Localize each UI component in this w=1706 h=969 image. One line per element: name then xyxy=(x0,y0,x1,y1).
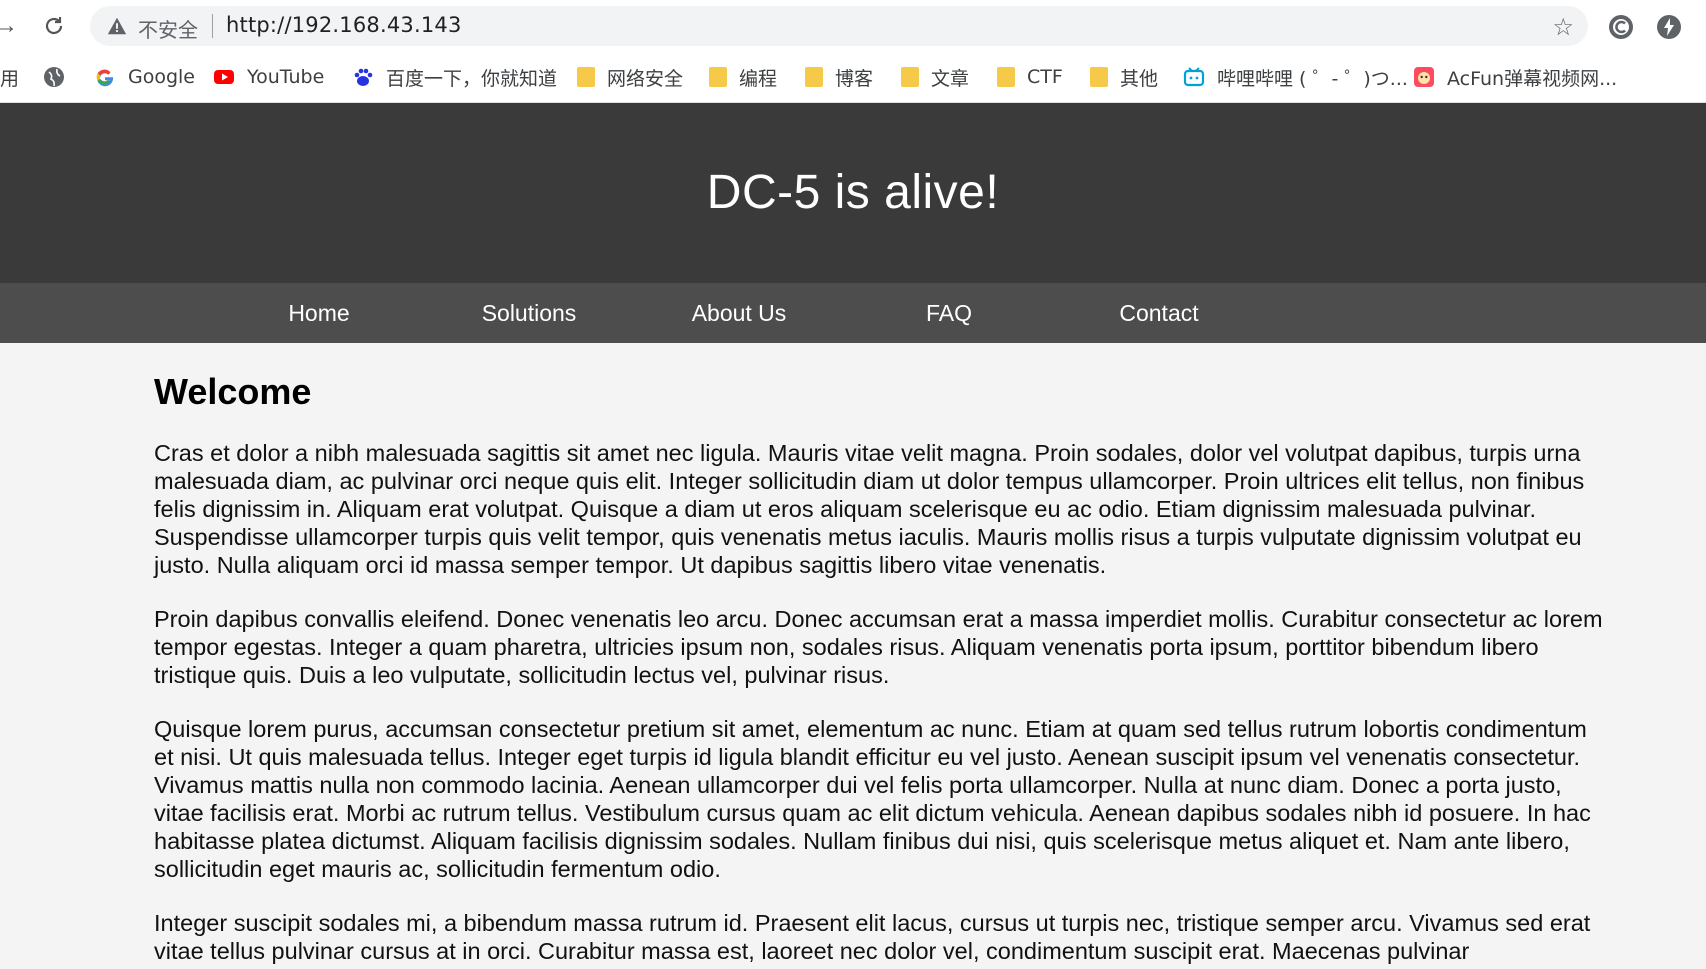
reload-icon[interactable] xyxy=(38,10,70,42)
paragraph: Integer suscipit sodales mi, a bibendum … xyxy=(154,910,1591,964)
main-content: Welcome Cras et dolor a nibh malesuada s… xyxy=(154,343,1604,965)
extension-c-icon[interactable] xyxy=(1607,13,1635,41)
folder-icon xyxy=(997,67,1015,87)
bookmark-apps[interactable]: 用 xyxy=(0,52,19,102)
bookmark-label: 哔哩哔哩 ( ゜- ゜)つ... xyxy=(1217,67,1408,90)
bookmark-label: 其他 xyxy=(1120,67,1159,90)
bookmark-folder-programming[interactable]: 编程 xyxy=(709,52,777,102)
bookmark-acfun[interactable]: AcFun弹幕视频网... xyxy=(1413,52,1617,102)
bookmark-label: CTF xyxy=(1027,66,1063,88)
bookmark-label: 编程 xyxy=(739,67,778,90)
paragraph: Quisque lorem purus, accumsan consectetu… xyxy=(154,716,1591,882)
bookmark-label: YouTube xyxy=(247,66,325,88)
warning-icon xyxy=(107,17,127,35)
baidu-paw-icon xyxy=(354,68,373,86)
bilibili-icon xyxy=(1183,67,1205,87)
browser-toolbar: → 不安全 http://192.168.43.143 ☆ xyxy=(0,0,1706,52)
youtube-icon xyxy=(214,70,234,84)
bookmark-folder-security[interactable]: 网络安全 xyxy=(577,52,683,102)
bookmark-youtube[interactable]: YouTube xyxy=(213,52,324,102)
nav-faq-link[interactable]: FAQ xyxy=(849,283,1049,343)
site-header: DC-5 is alive! xyxy=(0,103,1706,283)
bookmark-label: 博客 xyxy=(835,67,874,90)
page-heading: Welcome xyxy=(154,371,312,412)
paragraph: Proin dapibus convallis eleifend. Donec … xyxy=(154,606,1603,688)
bookmark-globe[interactable] xyxy=(43,52,77,102)
main-nav: Home Solutions About Us FAQ Contact xyxy=(0,283,1706,343)
nav-home-link[interactable]: Home xyxy=(219,283,419,343)
bookmark-baidu[interactable]: 百度一下，你就知道 xyxy=(352,52,557,102)
site-title: DC-5 is alive! xyxy=(706,166,1000,219)
bookmark-label: 百度一下，你就知道 xyxy=(386,67,558,90)
folder-icon xyxy=(1090,67,1108,87)
security-label[interactable]: 不安全 xyxy=(138,14,198,43)
bookmark-folder-articles[interactable]: 文章 xyxy=(901,52,969,102)
nav-about-link[interactable]: About Us xyxy=(639,283,839,343)
bookmark-label: Google xyxy=(128,66,196,88)
bookmark-label: 用 xyxy=(0,67,20,90)
bookmark-google[interactable]: Google xyxy=(94,52,195,102)
folder-icon xyxy=(805,67,823,87)
bookmark-label: 网络安全 xyxy=(607,67,684,90)
bookmark-folder-ctf[interactable]: CTF xyxy=(997,52,1063,102)
bookmark-label: AcFun弹幕视频网... xyxy=(1447,67,1618,90)
bookmark-label: 文章 xyxy=(931,67,970,90)
back-arrow-icon[interactable]: → xyxy=(0,10,22,42)
folder-icon xyxy=(709,67,727,87)
bookmark-folder-other[interactable]: 其他 xyxy=(1090,52,1158,102)
google-icon xyxy=(96,69,114,87)
address-bar[interactable]: 不安全 http://192.168.43.143 ☆ xyxy=(90,6,1588,46)
globe-icon xyxy=(44,67,64,87)
paragraph: Cras et dolor a nibh malesuada sagittis … xyxy=(154,440,1585,578)
folder-icon xyxy=(901,67,919,87)
nav-solutions-link[interactable]: Solutions xyxy=(429,283,629,343)
bookmarks-bar: 用 Google YouTube 百度一下，你就知道 网络安全 编程 博客 文章… xyxy=(0,52,1706,103)
acfun-icon xyxy=(1414,67,1434,87)
folder-icon xyxy=(577,67,595,87)
nav-contact-link[interactable]: Contact xyxy=(1059,283,1259,343)
bookmark-folder-blog[interactable]: 博客 xyxy=(805,52,873,102)
bookmark-star-icon[interactable]: ☆ xyxy=(1552,13,1574,42)
url-text[interactable]: http://192.168.43.143 xyxy=(226,13,462,37)
extension-bolt-icon[interactable] xyxy=(1655,13,1683,41)
bookmark-bilibili[interactable]: 哔哩哔哩 ( ゜- ゜)つ... xyxy=(1183,52,1408,102)
divider xyxy=(212,14,213,38)
